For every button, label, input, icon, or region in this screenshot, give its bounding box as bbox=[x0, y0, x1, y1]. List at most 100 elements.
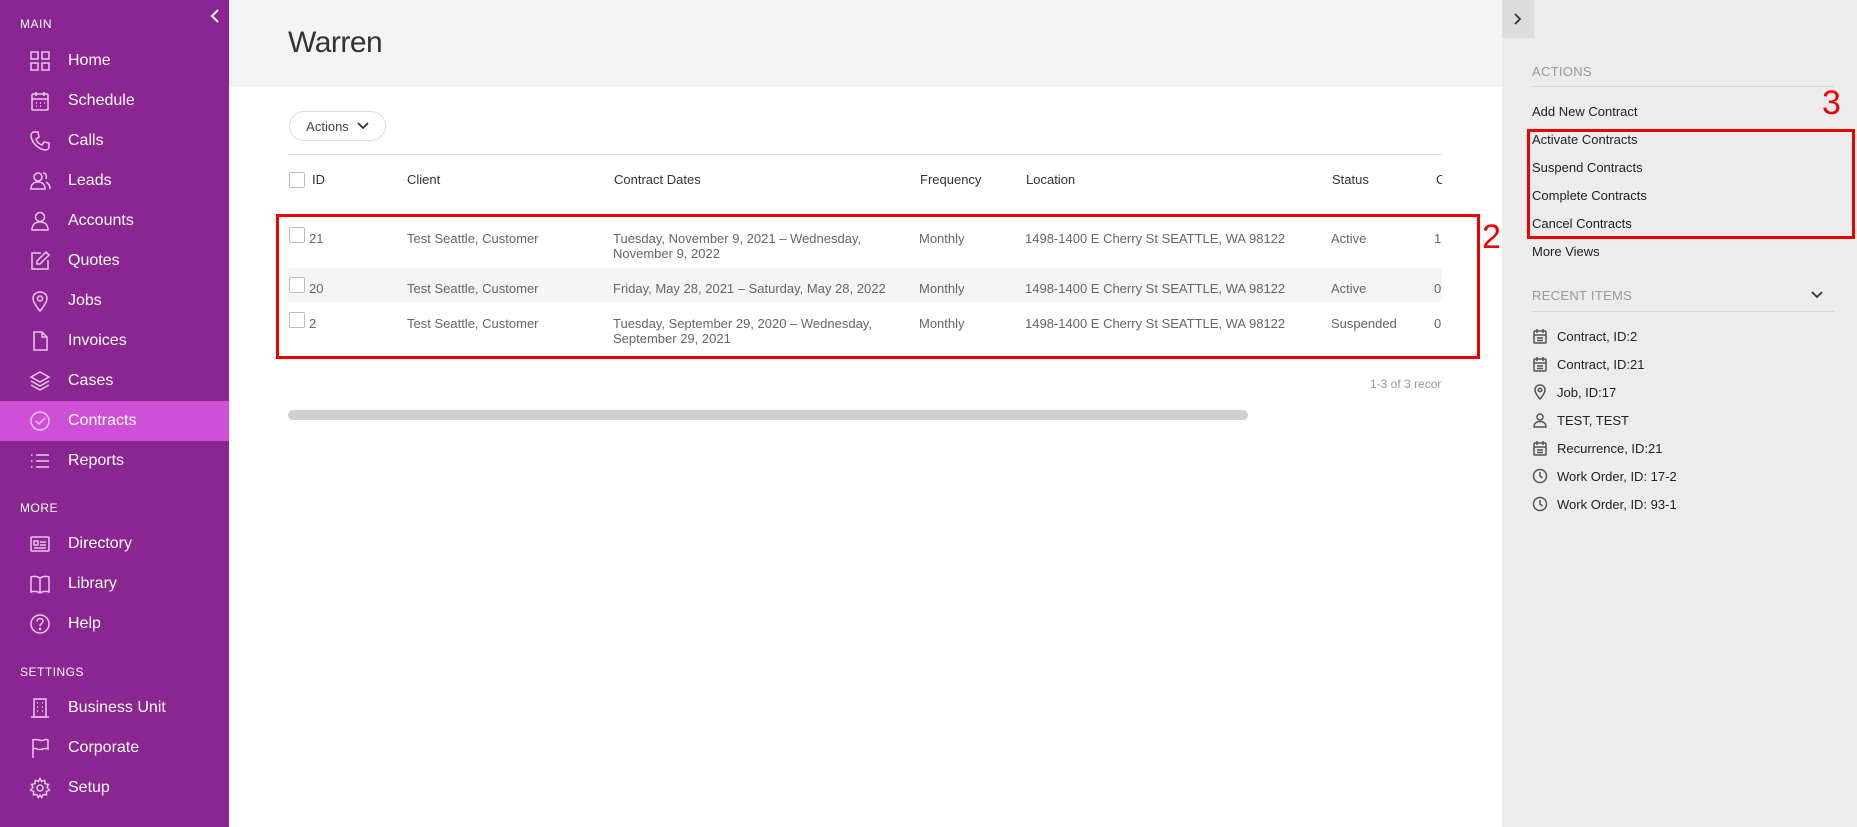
row-checkbox[interactable] bbox=[289, 312, 305, 328]
sidebar-item-business-unit[interactable]: Business Unit bbox=[0, 688, 229, 728]
check-circle-icon bbox=[29, 410, 51, 432]
select-all-checkbox[interactable] bbox=[289, 172, 305, 188]
actions-dropdown-button[interactable]: Actions bbox=[289, 111, 386, 141]
recent-item-label: Recurrence, ID:21 bbox=[1557, 440, 1663, 456]
recent-item[interactable]: Contract, ID:2 bbox=[1532, 327, 1637, 345]
sidebar-item-label: Corporate bbox=[68, 739, 140, 756]
sidebar-item-label: Library bbox=[68, 575, 117, 592]
cancel-contracts-link[interactable]: Cancel Contracts bbox=[1532, 216, 1632, 231]
recent-item-label: Contract, ID:2 bbox=[1557, 328, 1638, 344]
phone-icon bbox=[29, 130, 51, 152]
sidebar-item-setup[interactable]: Setup bbox=[0, 768, 229, 808]
sidebar-item-library[interactable]: Library bbox=[0, 564, 229, 604]
complete-contracts-link[interactable]: Complete Contracts bbox=[1532, 188, 1647, 203]
page-title: Warren bbox=[288, 26, 383, 59]
row-dates-line1: Tuesday, November 9, 2021 – Wednesday, bbox=[613, 231, 862, 246]
row-location: 1498-1400 E Cherry St SEATTLE, WA 98122 bbox=[1025, 281, 1286, 296]
horizontal-scrollbar[interactable] bbox=[288, 410, 1248, 420]
sidebar-item-quotes[interactable]: Quotes bbox=[0, 241, 229, 281]
row-id: 21 bbox=[309, 231, 324, 246]
recent-item[interactable]: TEST, TEST bbox=[1532, 411, 1629, 429]
sidebar-item-calls[interactable]: Calls bbox=[0, 121, 229, 161]
calendar-icon bbox=[1532, 356, 1548, 372]
recent-item-label: Contract, ID:21 bbox=[1557, 356, 1645, 372]
recent-item-label: Job, ID:17 bbox=[1557, 384, 1617, 400]
row-client: Test Seattle, Customer bbox=[407, 316, 539, 331]
sidebar-item-label: Invoices bbox=[68, 332, 127, 349]
recent-items-divider bbox=[1532, 311, 1834, 312]
activate-contracts-link[interactable]: Activate Contracts bbox=[1532, 132, 1638, 147]
pagination-summary: 1-3 of 3 records bbox=[1370, 377, 1442, 391]
edit-icon bbox=[29, 250, 51, 272]
sidebar-item-label: Accounts bbox=[68, 212, 134, 229]
suspend-contracts-link[interactable]: Suspend Contracts bbox=[1532, 160, 1643, 175]
document-icon bbox=[29, 330, 51, 352]
sidebar-item-accounts[interactable]: Accounts bbox=[0, 201, 229, 241]
actions-heading: ACTIONS bbox=[1532, 64, 1592, 79]
recent-item[interactable]: Work Order, ID: 93-1 bbox=[1532, 495, 1677, 513]
sidebar-item-leads[interactable]: Leads bbox=[0, 161, 229, 201]
row-status: Suspended bbox=[1331, 316, 1397, 331]
sidebar-item-schedule[interactable]: Schedule bbox=[0, 81, 229, 121]
sidebar-item-label: Schedule bbox=[68, 92, 135, 109]
help-icon bbox=[29, 613, 51, 635]
row-frequency: Monthly bbox=[919, 316, 965, 331]
recent-item[interactable]: Recurrence, ID:21 bbox=[1532, 439, 1663, 457]
chevron-down-icon bbox=[357, 122, 369, 130]
column-header-frequency[interactable]: Frequency bbox=[920, 172, 981, 187]
column-header-status[interactable]: Status bbox=[1332, 172, 1369, 187]
sidebar-item-help[interactable]: Help bbox=[0, 604, 229, 644]
sidebar-item-corporate[interactable]: Corporate bbox=[0, 728, 229, 768]
row-checkbox[interactable] bbox=[289, 227, 305, 243]
row-id: 20 bbox=[309, 281, 324, 296]
recent-item-label: Work Order, ID: 17-2 bbox=[1557, 468, 1677, 484]
row-status: Active bbox=[1331, 281, 1367, 296]
sidebar-item-reports[interactable]: Reports bbox=[0, 441, 229, 481]
clock-icon bbox=[1532, 468, 1548, 484]
chevron-down-icon[interactable] bbox=[1810, 288, 1824, 302]
collapse-sidebar-icon[interactable] bbox=[207, 6, 223, 26]
recent-item[interactable]: Contract, ID:21 bbox=[1532, 355, 1644, 373]
row-status: Active bbox=[1331, 231, 1367, 246]
gear-icon bbox=[29, 777, 51, 799]
home-grid-icon bbox=[29, 50, 51, 72]
column-header-id[interactable]: ID bbox=[312, 172, 325, 187]
person-icon bbox=[29, 210, 51, 232]
actions-dropdown-label: Actions bbox=[306, 118, 349, 134]
sidebar-item-directory[interactable]: Directory bbox=[0, 524, 229, 564]
recent-item[interactable]: Work Order, ID: 17-2 bbox=[1532, 467, 1677, 485]
column-header-contract-dates[interactable]: Contract Dates bbox=[614, 172, 701, 187]
row-checkbox[interactable] bbox=[289, 277, 305, 293]
annotation-number-actions: 3 bbox=[1822, 84, 1841, 122]
recent-item-label: Work Order, ID: 93-1 bbox=[1557, 496, 1677, 512]
column-header-client[interactable]: Client bbox=[407, 172, 440, 187]
sidebar-item-label: Leads bbox=[68, 172, 112, 189]
collapse-right-panel-button[interactable] bbox=[1502, 0, 1534, 38]
book-icon bbox=[29, 573, 51, 595]
recent-item-label: TEST, TEST bbox=[1557, 412, 1629, 428]
row-truncated: 1 bbox=[1434, 231, 1442, 246]
sidebar-item-home[interactable]: Home bbox=[0, 41, 229, 81]
sidebar-item-label: Contracts bbox=[68, 412, 137, 429]
column-header-truncated[interactable]: C bbox=[1436, 172, 1442, 187]
sidebar-item-cases[interactable]: Cases bbox=[0, 361, 229, 401]
add-new-contract-link[interactable]: Add New Contract bbox=[1532, 104, 1638, 119]
sidebar-item-label: Directory bbox=[68, 535, 133, 552]
more-views-link[interactable]: More Views bbox=[1532, 244, 1600, 259]
recent-item[interactable]: Job, ID:17 bbox=[1532, 383, 1616, 401]
sidebar-item-contracts[interactable]: Contracts bbox=[0, 401, 229, 441]
flag-icon bbox=[29, 737, 51, 759]
column-header-location[interactable]: Location bbox=[1026, 172, 1075, 187]
location-pin-icon bbox=[1532, 384, 1548, 401]
row-truncated: 0 bbox=[1434, 316, 1442, 331]
sidebar-item-invoices[interactable]: Invoices bbox=[0, 321, 229, 361]
calendar-icon bbox=[1532, 440, 1548, 456]
sidebar-item-label: Calls bbox=[68, 132, 104, 149]
sidebar-item-jobs[interactable]: Jobs bbox=[0, 281, 229, 321]
section-main-heading: MAIN bbox=[20, 17, 52, 31]
row-dates-line2: September 29, 2021 bbox=[613, 331, 731, 346]
people-icon bbox=[29, 170, 51, 192]
table-divider bbox=[288, 154, 1442, 155]
row-client: Test Seattle, Customer bbox=[407, 231, 539, 246]
building-icon bbox=[29, 697, 51, 719]
